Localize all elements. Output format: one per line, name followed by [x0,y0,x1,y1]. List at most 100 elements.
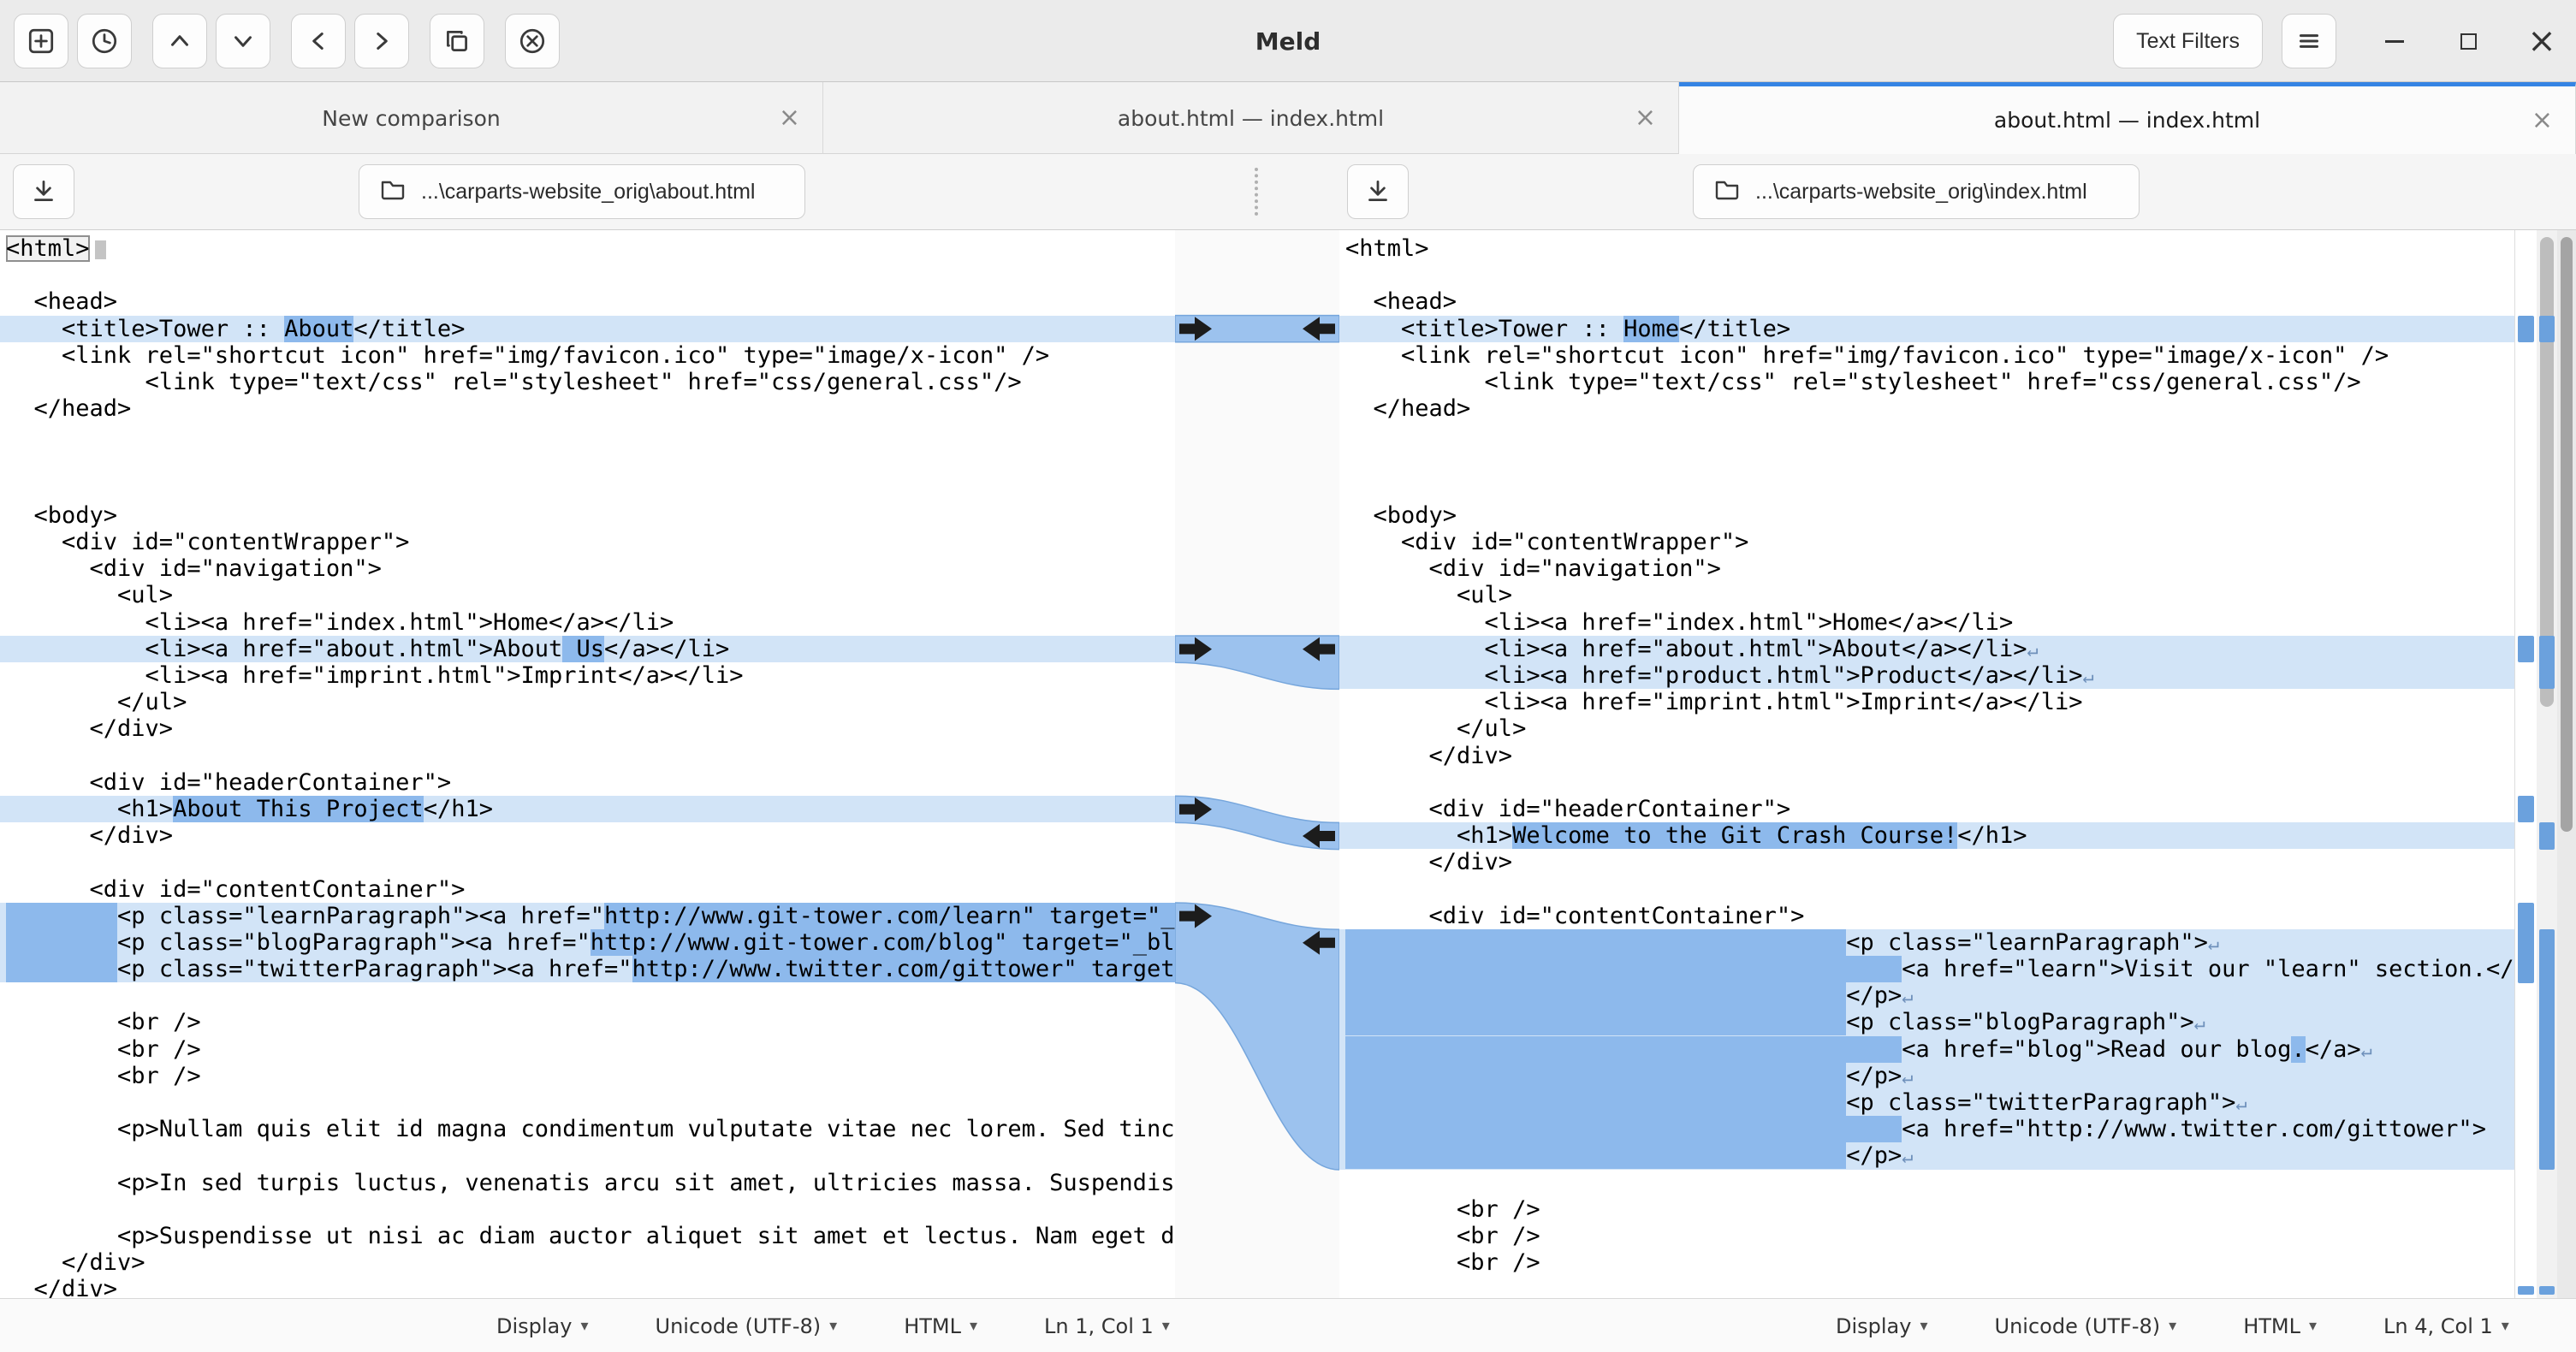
tab-comparison-2[interactable]: about.html — index.html × [1679,82,2576,154]
code-line[interactable]: <div id="navigation"> [0,555,1175,582]
code-line[interactable] [1339,422,2514,448]
code-line[interactable]: </div> [0,822,1175,849]
copy-button[interactable] [430,14,484,68]
display-menu-right[interactable]: Display▾ [1836,1314,1928,1338]
code-line[interactable]: </head> [0,395,1175,422]
code-line[interactable]: <p>Nullam quis elit id magna condimentum… [0,1116,1175,1142]
code-line[interactable] [1339,262,2514,288]
code-line[interactable] [1339,769,2514,796]
previous-change-button[interactable] [152,14,207,68]
code-line[interactable]: <link rel="shortcut icon" href="img/favi… [1339,342,2514,369]
tab-comparison-1[interactable]: about.html — index.html × [823,82,1679,154]
code-line[interactable] [0,1196,1175,1223]
code-line[interactable] [0,449,1175,476]
code-line[interactable]: <link rel="shortcut icon" href="img/favi… [0,342,1175,369]
code-line[interactable]: </p>↵ [1339,1063,2514,1089]
maximize-button[interactable] [2451,24,2485,58]
code-line[interactable]: <title>Tower :: About</title> [0,316,1175,342]
code-line[interactable]: </ul> [1339,715,2514,742]
code-line[interactable]: <h1>Welcome to the Git Crash Course!</h1… [1339,822,2514,849]
code-line[interactable]: <h1>About This Project</h1> [0,796,1175,822]
tab-close-icon[interactable]: × [1635,105,1656,131]
code-line[interactable]: </div> [0,715,1175,742]
minimize-button[interactable] [2377,24,2412,58]
code-pane-right[interactable]: <html> <head> <title>Tower :: Home</titl… [1339,230,2514,1298]
push-right-button[interactable] [354,14,409,68]
code-line[interactable]: <div id="contentContainer"> [0,876,1175,903]
code-line[interactable] [0,849,1175,875]
code-line[interactable] [0,262,1175,288]
code-line[interactable] [0,1089,1175,1116]
code-pane-left[interactable]: <html> <head> <title>Tower :: About</tit… [0,230,1175,1298]
next-change-button[interactable] [216,14,270,68]
cursor-position-right[interactable]: Ln 4, Col 1▾ [2383,1314,2509,1338]
code-line[interactable]: <li><a href="index.html">Home</a></li> [0,609,1175,636]
code-line[interactable]: <br /> [1339,1249,2514,1276]
code-line[interactable] [1339,876,2514,903]
code-line[interactable] [0,743,1175,769]
code-line[interactable]: <li><a href="about.html">About</a></li>↵ [1339,636,2514,662]
code-line[interactable]: <br /> [0,1009,1175,1035]
code-line[interactable]: <link type="text/css" rel="stylesheet" h… [1339,369,2514,395]
tab-close-icon[interactable]: × [779,105,800,131]
cursor-position-left[interactable]: Ln 1, Col 1▾ [1044,1314,1170,1338]
code-line[interactable]: <div id="contentContainer"> [1339,903,2514,929]
code-line[interactable]: <p>Suspendisse ut nisi ac diam auctor al… [0,1223,1175,1249]
window-scrollbar-thumb[interactable] [2561,237,2573,832]
syntax-menu-left[interactable]: HTML▾ [904,1314,977,1338]
push-left-button[interactable] [291,14,346,68]
code-line[interactable]: </ul> [0,689,1175,715]
code-line[interactable]: <body> [1339,502,2514,529]
code-line[interactable] [0,1142,1175,1169]
code-line[interactable] [1339,1170,2514,1196]
tab-close-icon[interactable]: × [2531,108,2553,133]
code-line[interactable]: <li><a href="imprint.html">Imprint</a></… [1339,689,2514,715]
tab-new-comparison[interactable]: New comparison × [0,82,823,154]
code-line[interactable]: <br /> [0,1063,1175,1089]
code-line[interactable]: <div id="headerContainer"> [1339,796,2514,822]
code-line[interactable]: </div> [0,1276,1175,1298]
save-right-button[interactable] [1347,164,1409,219]
stop-button[interactable] [505,14,560,68]
code-line[interactable]: <br /> [1339,1223,2514,1249]
code-line[interactable]: <a href="blog">Read our blog.</a>↵ [1339,1036,2514,1063]
main-menu-button[interactable] [2282,14,2336,68]
code-line[interactable]: </div> [1339,743,2514,769]
code-line[interactable]: <p class="twitterParagraph"><a href="htt… [0,956,1175,982]
display-menu-left[interactable]: Display▾ [496,1314,589,1338]
code-line[interactable]: <p class="learnParagraph"><a href="http:… [0,903,1175,929]
code-line[interactable]: <p class="blogParagraph">↵ [1339,1009,2514,1035]
overview-map-left[interactable] [2514,230,2537,1298]
overview-map-right[interactable] [2537,230,2557,1298]
code-line[interactable]: <p class="blogParagraph"><a href="http:/… [0,929,1175,956]
text-filters-button[interactable]: Text Filters [2113,14,2263,68]
code-line[interactable]: </p>↵ [1339,982,2514,1009]
code-line[interactable]: <br /> [0,1036,1175,1063]
code-line[interactable] [1339,449,2514,476]
code-line[interactable]: <div id="headerContainer"> [0,769,1175,796]
code-line[interactable]: <link type="text/css" rel="stylesheet" h… [0,369,1175,395]
save-left-button[interactable] [13,164,74,219]
code-line[interactable] [1339,476,2514,502]
code-line[interactable] [0,422,1175,448]
code-line[interactable] [0,476,1175,502]
code-line[interactable]: </div> [1339,849,2514,875]
code-line[interactable]: <p class="learnParagraph">↵ [1339,929,2514,956]
new-comparison-button[interactable] [14,14,68,68]
code-line[interactable]: </p>↵ [1339,1142,2514,1169]
code-line[interactable]: <li><a href="imprint.html">Imprint</a></… [0,662,1175,689]
code-line[interactable]: <ul> [0,582,1175,608]
code-line[interactable]: <li><a href="index.html">Home</a></li> [1339,609,2514,636]
file-chooser-right-button[interactable]: ...\carparts-website_orig\index.html [1693,164,2140,219]
code-line[interactable]: <a href="http://www.twitter.com/gittower… [1339,1116,2514,1142]
code-line[interactable]: <li><a href="product.html">Product</a></… [1339,662,2514,689]
code-line[interactable]: <div id="contentWrapper"> [0,529,1175,555]
code-line[interactable]: <html> [1339,235,2514,262]
encoding-menu-right[interactable]: Unicode (UTF-8)▾ [1995,1314,2177,1338]
code-line[interactable]: <p class="twitterParagraph">↵ [1339,1089,2514,1116]
syntax-menu-right[interactable]: HTML▾ [2243,1314,2317,1338]
code-line[interactable]: <ul> [1339,582,2514,608]
code-line[interactable]: <head> [0,288,1175,315]
file-chooser-left-button[interactable]: ...\carparts-website_orig\about.html [359,164,805,219]
code-line[interactable]: <div id="contentWrapper"> [1339,529,2514,555]
